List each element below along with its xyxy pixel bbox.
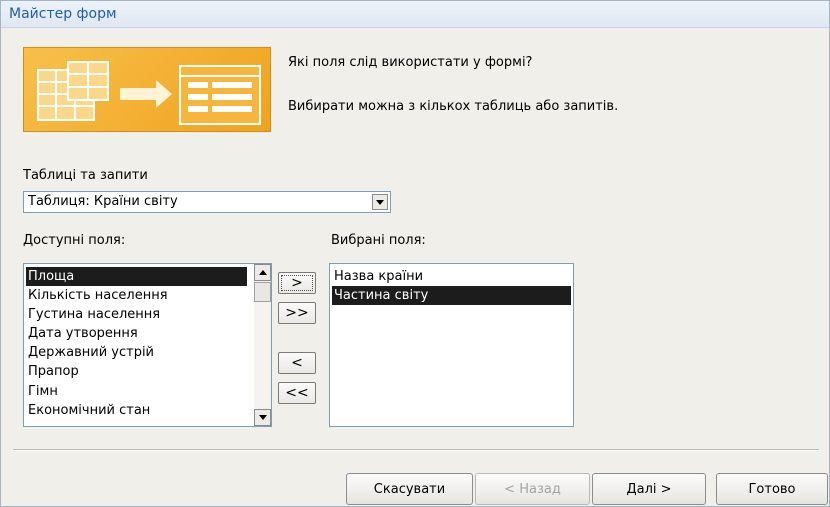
add-field-button[interactable]: >	[278, 272, 316, 294]
tables-queries-value: Таблиця: Країни світу	[28, 194, 178, 209]
back-button[interactable]: < Назад	[475, 473, 590, 505]
tables-queries-label: Таблиці та запити	[23, 168, 148, 183]
available-field-item[interactable]: Кількість населення	[26, 286, 247, 305]
table-to-form-illustration	[23, 47, 271, 132]
dropdown-arrow-icon[interactable]	[372, 194, 388, 210]
wizard-hint: Вибирати можна з кількох таблиць або зап…	[288, 99, 619, 114]
wizard-question: Які поля слід використати у формі?	[288, 55, 533, 70]
selected-fields-label: Вибрані поля:	[331, 233, 426, 248]
available-field-item[interactable]: Площа	[26, 267, 247, 286]
available-fields-list[interactable]: Площа Кількість населення Густина населе…	[23, 263, 272, 427]
available-field-item[interactable]: Прапор	[26, 362, 247, 381]
remove-field-button[interactable]: <	[278, 352, 316, 374]
form-wizard-window: Майстер форм Які поля слід використати у…	[0, 0, 830, 507]
remove-all-fields-button[interactable]: <<	[278, 382, 316, 404]
finish-button[interactable]: Готово	[716, 473, 828, 505]
available-field-item[interactable]: Дата утворення	[26, 324, 247, 343]
cancel-button[interactable]: Скасувати	[346, 473, 473, 505]
selected-field-item[interactable]: Частина світу	[332, 286, 571, 305]
available-field-item[interactable]: Гімн	[26, 382, 247, 401]
selected-fields-list[interactable]: Назва країни Частина світу	[329, 263, 574, 427]
available-field-item[interactable]: Густина населення	[26, 305, 247, 324]
scroll-thumb[interactable]	[254, 282, 271, 302]
window-title: Майстер форм	[9, 6, 117, 22]
scroll-up-icon[interactable]	[254, 264, 271, 281]
footer-separator	[13, 449, 819, 451]
available-field-item[interactable]: Економічний стан	[26, 401, 247, 420]
available-field-item[interactable]: Державний устрій	[26, 343, 247, 362]
add-all-fields-button[interactable]: >>	[278, 302, 316, 324]
selected-field-item[interactable]: Назва країни	[332, 267, 571, 286]
next-button[interactable]: Далі >	[592, 473, 706, 505]
title-bar: Майстер форм	[1, 1, 829, 28]
tables-queries-select[interactable]: Таблиця: Країни світу	[23, 191, 391, 213]
available-fields-scrollbar[interactable]	[254, 264, 271, 426]
scroll-down-icon[interactable]	[254, 409, 271, 426]
available-fields-label: Доступні поля:	[23, 233, 126, 248]
